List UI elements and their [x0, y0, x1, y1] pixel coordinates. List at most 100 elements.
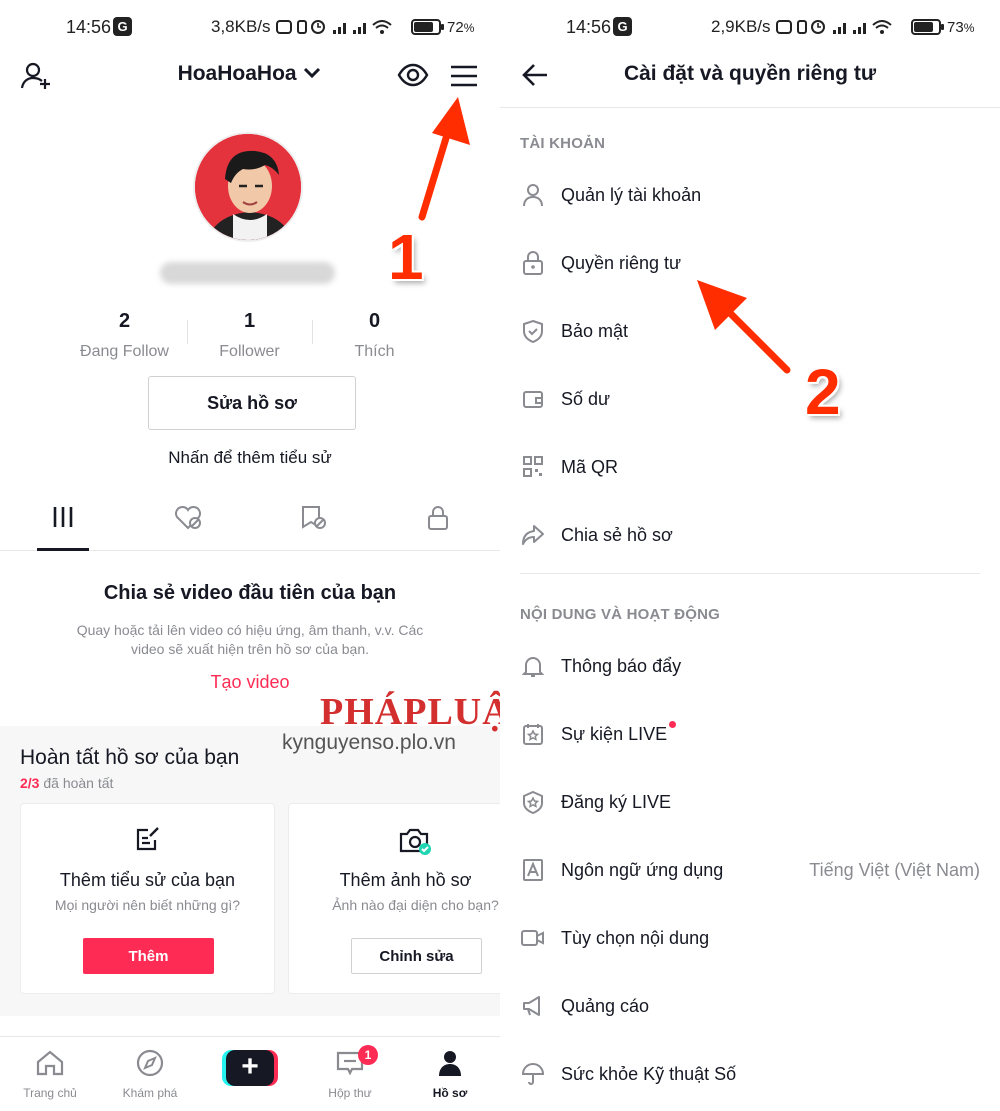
compass-icon	[136, 1049, 164, 1077]
settings-item-balance[interactable]: Số dư	[520, 379, 980, 419]
settings-item-label: Ngôn ngữ ứng dụng	[561, 859, 724, 880]
tab-liked[interactable]	[162, 505, 214, 549]
stat-label: Đang Follow	[80, 343, 169, 360]
card-title: Thêm ảnh hồ sơ	[339, 870, 472, 890]
stat-followers[interactable]: 1 Follower	[187, 310, 312, 361]
settings-item-app-language[interactable]: Ngôn ngữ ứng dụng Tiếng Việt (Việt Nam)	[520, 850, 980, 890]
nav-label: Hộp thư	[328, 1086, 372, 1100]
videos-grid-icon	[53, 507, 73, 527]
page-title: Cài đặt và quyền riêng tư	[623, 62, 877, 85]
stat-value: 1	[243, 310, 256, 332]
nav-label: Trang chủ	[23, 1086, 77, 1100]
settings-item-content-preferences[interactable]: Tùy chọn nội dung	[520, 918, 980, 958]
profile-icon	[439, 1051, 461, 1076]
settings-item-label: Chia sẻ hồ sơ	[561, 524, 673, 545]
status-icons: 73%	[775, 17, 974, 37]
add-bio-prompt[interactable]: Nhấn để thêm tiểu sử	[0, 448, 500, 468]
share-first-video-desc: Quay hoặc tải lên video có hiệu ứng, âm …	[76, 622, 424, 657]
battery-icon	[411, 19, 444, 35]
tab-videos[interactable]	[37, 505, 89, 551]
add-photo-card: Thêm ảnh hồ sơ Ảnh nào đại diện cho bạn?…	[288, 803, 500, 994]
settings-item-label: Đăng ký LIVE	[561, 791, 672, 812]
settings-item-share-profile[interactable]: Chia sẻ hồ sơ	[520, 515, 980, 555]
section-header-content: NỘI DUNG VÀ HOẠT ĐỘNG	[520, 606, 721, 623]
nav-label: Khám phá	[122, 1086, 178, 1100]
status-signal-icons	[776, 20, 892, 34]
edit-profile-button[interactable]: Sửa hồ sơ	[148, 376, 356, 430]
bottom-nav: Trang chủ Khám phá + 1 Hộp thư Hồ sơ	[0, 1036, 500, 1111]
add-bio-card: Thêm tiểu sử của bạn Mọi người nên biết …	[20, 803, 275, 994]
settings-item-label: Quảng cáo	[561, 995, 650, 1016]
card-desc: Ảnh nào đại diện cho bạn?	[332, 897, 499, 913]
annotation-arrow-1	[418, 97, 470, 221]
umbrella-icon	[521, 1063, 545, 1085]
tab-private[interactable]	[412, 505, 464, 549]
settings-item-privacy[interactable]: Quyền riêng tư	[520, 243, 980, 283]
stat-label: Thích	[354, 343, 395, 360]
profile-screen: 14:56 G 3,8KB/s 72% HoaHoaHoa 1 2 Đang F…	[0, 0, 500, 1111]
nav-home[interactable]: Trang chủ	[0, 1049, 100, 1100]
create-plus-label: +	[226, 1050, 274, 1086]
lock-icon	[523, 251, 543, 275]
settings-item-label: Sự kiện LIVE	[561, 723, 668, 744]
battery-unit: %	[463, 20, 475, 35]
settings-item-qr-code[interactable]: Mã QR	[520, 447, 980, 487]
step-number-2: 2	[805, 356, 841, 428]
wallet-icon	[523, 391, 543, 408]
avatar[interactable]	[193, 132, 303, 242]
battery-percent: 73	[947, 18, 964, 36]
progress-count: 2/3	[20, 775, 40, 791]
hamburger-menu-icon[interactable]	[449, 64, 479, 93]
stat-likes[interactable]: 0 Thích	[312, 310, 437, 361]
settings-item-live-subscription[interactable]: Đăng ký LIVE	[520, 782, 980, 822]
eye-icon[interactable]	[397, 62, 429, 93]
stat-following[interactable]: 2 Đang Follow	[62, 310, 187, 361]
status-time: 14:56	[566, 17, 612, 37]
nav-inbox[interactable]: 1 Hộp thư	[300, 1045, 400, 1100]
tab-favorites[interactable]	[287, 505, 339, 549]
settings-item-push-notifications[interactable]: Thông báo đẩy	[520, 646, 980, 686]
status-signal-icons	[276, 20, 392, 34]
megaphone-icon	[523, 996, 540, 1016]
settings-item-label: Quản lý tài khoản	[561, 184, 702, 205]
favorites-icon	[302, 506, 326, 529]
stat-value: 0	[368, 310, 381, 332]
settings-item-label: Quyền riêng tư	[561, 252, 682, 273]
edit-photo-button[interactable]: Chỉnh sửa	[351, 938, 482, 974]
camera-check-icon	[399, 828, 431, 855]
video-camera-icon	[521, 930, 544, 946]
settings-item-label: Sức khỏe Kỹ thuật Số	[561, 1063, 737, 1084]
avatar-image	[195, 134, 301, 240]
private-lock-icon	[428, 506, 448, 530]
settings-item-digital-wellbeing[interactable]: Sức khỏe Kỹ thuật Số	[520, 1054, 980, 1094]
header-divider	[500, 107, 1000, 108]
nav-discover[interactable]: Khám phá	[100, 1049, 200, 1100]
create-plus-icon[interactable]: +	[222, 1050, 278, 1086]
watermark-logo: PHÁPLUẬT	[320, 690, 500, 734]
progress-suffix: đã hoàn tất	[39, 775, 114, 791]
card-desc: Mọi người nên biết những gì?	[54, 897, 241, 913]
badge-star-icon	[523, 790, 543, 814]
status-network-speed: 3,8KB/s	[211, 17, 271, 36]
settings-item-account-management[interactable]: Quản lý tài khoản	[520, 175, 980, 215]
complete-profile-title: Hoàn tất hồ sơ của bạn	[20, 746, 240, 769]
calendar-star-icon	[523, 724, 543, 745]
status-bar: 14:56 G 2,9KB/s 73%	[500, 0, 1000, 56]
nav-profile[interactable]: Hồ sơ	[400, 1049, 500, 1100]
nav-label: Hồ sơ	[432, 1086, 468, 1100]
settings-item-label: Tùy chọn nội dung	[561, 927, 710, 948]
bell-icon	[522, 657, 544, 677]
settings-screen: 14:56 G 2,9KB/s 73% Cài đặt và quyền riê…	[500, 0, 1000, 1111]
settings-item-ads[interactable]: Quảng cáo	[520, 986, 980, 1026]
section-divider	[520, 573, 980, 574]
step-number-1: 1	[388, 221, 424, 293]
app-language-value: Tiếng Việt (Việt Nam)	[809, 859, 980, 880]
complete-profile-progress: 2/3 đã hoàn tất	[20, 775, 113, 791]
add-bio-button[interactable]: Thêm	[83, 938, 214, 974]
home-icon	[36, 1050, 64, 1076]
status-bar: 14:56 G 3,8KB/s 72%	[0, 0, 500, 56]
settings-item-live-events[interactable]: Sự kiện LIVE	[520, 714, 980, 754]
stat-label: Follower	[219, 343, 280, 360]
annotation-arrow-2	[697, 280, 791, 374]
chevron-down-icon	[304, 67, 321, 79]
